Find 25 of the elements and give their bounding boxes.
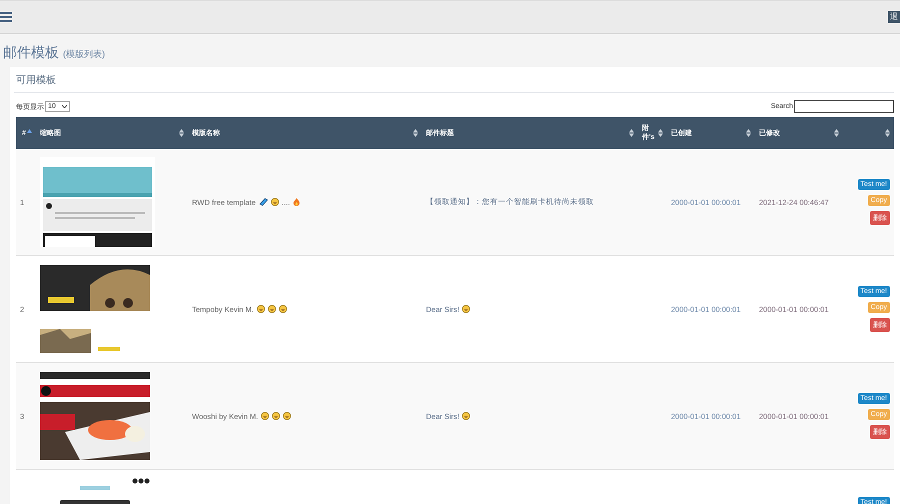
sort-icon xyxy=(885,129,890,137)
card-title: 可用模板 xyxy=(14,73,894,93)
smiley-icon xyxy=(462,305,470,313)
sort-icon xyxy=(179,129,184,137)
gem-icon xyxy=(258,198,268,206)
smiley-icon xyxy=(268,305,276,313)
smiley-icon xyxy=(272,412,280,420)
smiley-icon xyxy=(283,412,292,420)
sort-icon xyxy=(746,129,751,137)
smiley-icon xyxy=(278,305,287,313)
page-subtitle: (模版列表) xyxy=(63,48,105,61)
sort-icon xyxy=(834,129,839,137)
search-field[interactable] xyxy=(794,100,894,113)
sort-icon xyxy=(658,129,663,137)
sort-icon xyxy=(629,129,634,137)
page-title: 邮件模板 xyxy=(3,44,59,62)
smiley-icon xyxy=(261,412,270,420)
sort-icon xyxy=(413,129,418,137)
smiley-icon xyxy=(270,198,279,206)
logout-button[interactable]: 退 xyxy=(888,11,900,23)
caret-icon xyxy=(62,105,67,108)
smiley-icon xyxy=(462,412,470,420)
smiley-icon xyxy=(256,305,265,313)
menu-icon[interactable] xyxy=(0,12,12,22)
fire-icon xyxy=(292,198,300,206)
